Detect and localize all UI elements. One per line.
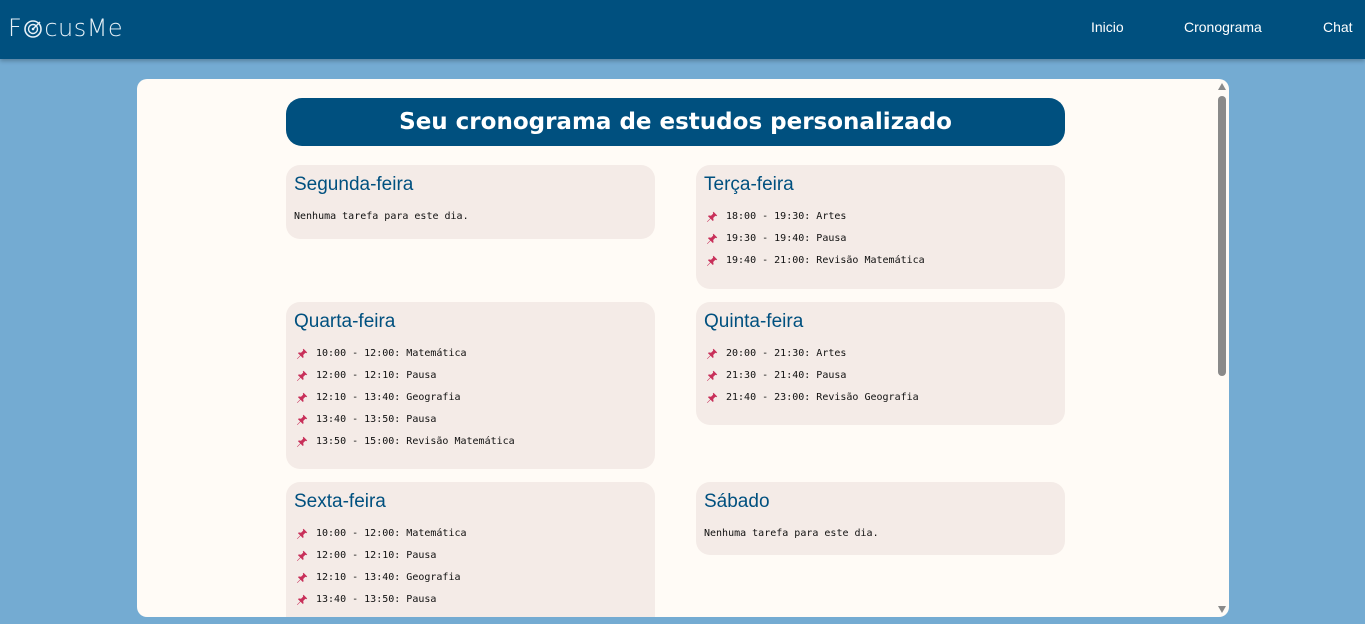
pushpin-icon <box>296 414 308 426</box>
task-item: 10:00 - 12:00: Matemática <box>294 526 647 548</box>
page-title: Seu cronograma de estudos personalizado <box>399 109 952 135</box>
task-text: 13:40 - 13:50: Pausa <box>316 414 437 425</box>
logo-text-suffix: cusMe <box>44 14 124 42</box>
logo-text-prefix: F <box>8 14 23 42</box>
task-item: 20:00 - 21:30: Artes <box>704 346 1057 368</box>
nav-link-cronograma[interactable]: Cronograma <box>1184 19 1262 35</box>
logo[interactable]: F cusMe <box>8 14 123 42</box>
task-text: 10:00 - 12:00: Matemática <box>316 348 467 359</box>
task-item: 12:00 - 12:10: Pausa <box>294 368 647 390</box>
pushpin-icon <box>706 348 718 360</box>
empty-day-text: Nenhuma tarefa para este dia. <box>704 528 879 539</box>
pushpin-icon <box>296 348 308 360</box>
task-text: 12:10 - 13:40: Geografia <box>316 392 461 403</box>
day-title: Quinta-feira <box>704 311 804 332</box>
task-item: 18:00 - 19:30: Artes <box>704 209 1057 231</box>
task-list: 10:00 - 12:00: Matemática 12:00 - 12:10:… <box>294 346 647 456</box>
task-item: 12:10 - 13:40: Geografia <box>294 390 647 412</box>
task-text: 10:00 - 12:00: Matemática <box>316 528 467 539</box>
day-title: Quarta-feira <box>294 311 396 332</box>
task-item: 21:40 - 23:00: Revisão Geografia <box>704 390 1057 412</box>
pushpin-icon <box>296 392 308 404</box>
pushpin-icon <box>296 370 308 382</box>
top-navbar: F cusMe Inicio Cronograma Chat <box>0 0 1365 59</box>
pushpin-icon <box>706 392 718 404</box>
scrollbar-thumb[interactable] <box>1218 96 1226 376</box>
task-text: 13:40 - 13:50: Pausa <box>316 594 437 605</box>
day-card-quarta: Quarta-feira 10:00 - 12:00: Matemática 1… <box>286 302 655 469</box>
scroll-up-arrow-icon[interactable] <box>1218 83 1226 90</box>
day-card-sabado: Sábado Nenhuma tarefa para este dia. <box>696 482 1065 555</box>
task-text: 18:00 - 19:30: Artes <box>726 211 847 222</box>
task-item: 13:50 - 15:00: Revisão Matemática <box>294 434 647 456</box>
nav-link-chat[interactable]: Chat <box>1323 19 1353 35</box>
day-card-sexta: Sexta-feira 10:00 - 12:00: Matemática 12… <box>286 482 655 617</box>
pushpin-icon <box>706 233 718 245</box>
task-item: 13:40 - 13:50: Pausa <box>294 412 647 434</box>
pushpin-icon <box>706 211 718 223</box>
task-text: 13:50 - 15:00: Revisão Matemática <box>316 436 515 447</box>
task-text: 21:30 - 21:40: Pausa <box>726 370 847 381</box>
day-title: Sábado <box>704 491 770 512</box>
target-icon <box>23 18 43 38</box>
task-text: 19:40 - 21:00: Revisão Matemática <box>726 255 925 266</box>
pushpin-icon <box>296 594 308 606</box>
empty-day-text: Nenhuma tarefa para este dia. <box>294 211 469 222</box>
task-text: 19:30 - 19:40: Pausa <box>726 233 847 244</box>
task-text: 12:00 - 12:10: Pausa <box>316 370 437 381</box>
pushpin-icon <box>296 550 308 562</box>
task-item: 13:40 - 13:50: Pausa <box>294 592 647 614</box>
task-text: 20:00 - 21:30: Artes <box>726 348 847 359</box>
task-item: 12:10 - 13:40: Geografia <box>294 570 647 592</box>
pushpin-icon <box>296 436 308 448</box>
pushpin-icon <box>296 572 308 584</box>
task-item: 12:00 - 12:10: Pausa <box>294 548 647 570</box>
pushpin-icon <box>706 370 718 382</box>
day-title: Sexta-feira <box>294 491 386 512</box>
task-text: 12:10 - 13:40: Geografia <box>316 572 461 583</box>
day-card-quinta: Quinta-feira 20:00 - 21:30: Artes 21:30 … <box>696 302 1065 425</box>
day-title: Segunda-feira <box>294 174 414 195</box>
pushpin-icon <box>296 528 308 540</box>
task-item: 19:40 - 21:00: Revisão Matemática <box>704 253 1057 275</box>
scroll-down-arrow-icon[interactable] <box>1218 606 1226 613</box>
task-text: 12:00 - 12:10: Pausa <box>316 550 437 561</box>
task-list: 18:00 - 19:30: Artes 19:30 - 19:40: Paus… <box>704 209 1057 275</box>
pushpin-icon <box>706 255 718 267</box>
page-title-banner: Seu cronograma de estudos personalizado <box>286 98 1065 146</box>
day-card-segunda: Segunda-feira Nenhuma tarefa para este d… <box>286 165 655 239</box>
day-title: Terça-feira <box>704 174 794 195</box>
nav-link-inicio[interactable]: Inicio <box>1091 19 1124 35</box>
day-card-terca: Terça-feira 18:00 - 19:30: Artes 19:30 -… <box>696 165 1065 289</box>
task-list: 20:00 - 21:30: Artes 21:30 - 21:40: Paus… <box>704 346 1057 412</box>
task-item: 21:30 - 21:40: Pausa <box>704 368 1057 390</box>
schedule-panel: Seu cronograma de estudos personalizado … <box>137 79 1229 617</box>
vertical-scrollbar[interactable] <box>1216 79 1229 617</box>
task-item: 19:30 - 19:40: Pausa <box>704 231 1057 253</box>
task-list: 10:00 - 12:00: Matemática 12:00 - 12:10:… <box>294 526 647 614</box>
task-item: 10:00 - 12:00: Matemática <box>294 346 647 368</box>
task-text: 21:40 - 23:00: Revisão Geografia <box>726 392 919 403</box>
